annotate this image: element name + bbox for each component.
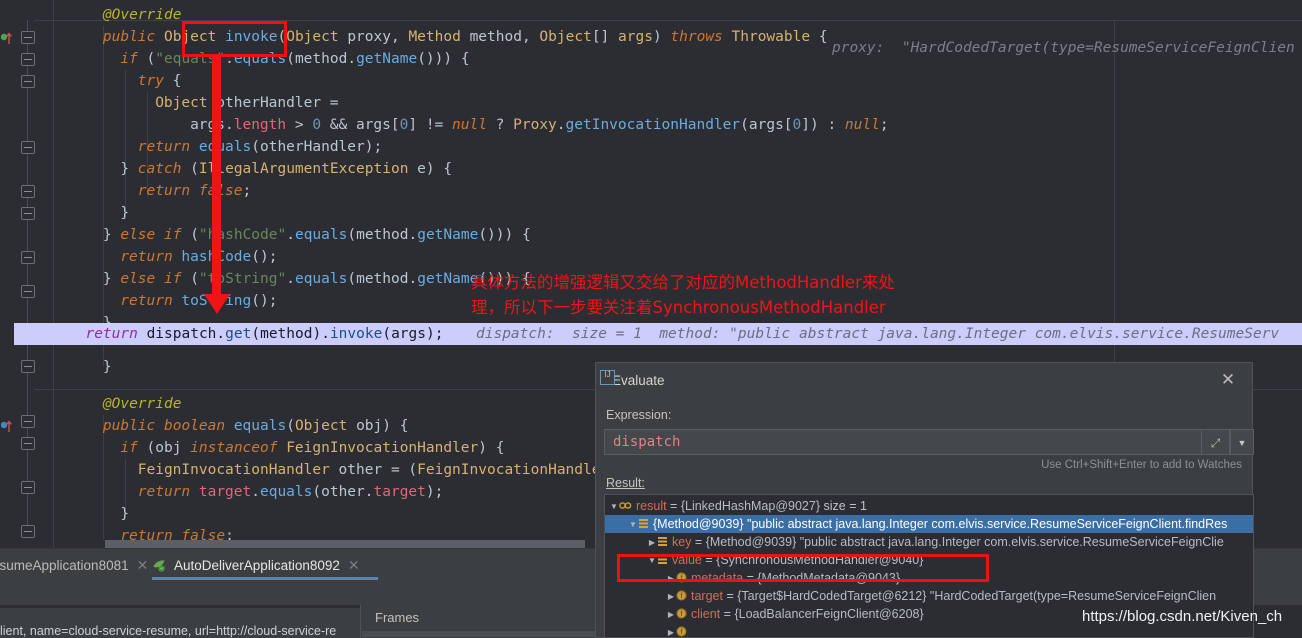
svg-text:f: f xyxy=(681,611,683,618)
svg-text:f: f xyxy=(681,629,683,636)
frames-panel-label: Frames xyxy=(375,610,420,625)
code-token: method xyxy=(260,326,313,342)
annotation-note-line2: 理，所以下一步要关注着SynchronousMethodHandler xyxy=(471,298,886,317)
result-label: Result: xyxy=(606,476,645,490)
code-token: ( xyxy=(382,326,392,342)
tab-label: AutoDeliverApplication8092 xyxy=(174,558,340,573)
tree-node-value: {Target$HardCodedTarget@6212} "HardCoded… xyxy=(737,589,1217,603)
tree-node-name: client xyxy=(691,607,721,621)
expanded-triangle-icon[interactable]: ▼ xyxy=(609,498,619,516)
tree-node-equals: = xyxy=(722,589,738,603)
tree-row[interactable]: ▼ {Method@9039} "public abstract java.lan… xyxy=(605,515,1253,534)
expression-input[interactable]: dispatch xyxy=(604,429,1202,455)
frames-scrollbar[interactable] xyxy=(362,631,600,637)
tree-node-name: key xyxy=(672,535,692,549)
code-token: args xyxy=(391,326,426,342)
spring-boot-icon xyxy=(153,560,165,572)
tree-row[interactable]: ▶ key = {Method@9039} "public abstract ja… xyxy=(605,533,1253,552)
expression-label: Expression: xyxy=(606,408,672,422)
tree-node-value: {LinkedHashMap@9027} xyxy=(680,499,821,513)
collapsed-triangle-icon[interactable]: ▶ xyxy=(666,588,676,606)
tree-node-value: {LoadBalancerFeignClient@6208} xyxy=(734,607,924,621)
tree-node-value: {Method@9039} "public abstract java.lang… xyxy=(653,517,1228,531)
tab-label: esumeApplication8081 xyxy=(0,558,129,573)
tab-close-icon[interactable]: ✕ xyxy=(137,557,149,573)
annotation-box-value-row xyxy=(617,554,989,582)
dialog-title: Evaluate xyxy=(612,373,665,388)
tab-resume-application[interactable]: esumeApplication8081 ✕ xyxy=(0,549,148,581)
collapsed-triangle-icon[interactable]: ▶ xyxy=(666,606,676,624)
expression-input-value: dispatch xyxy=(613,434,681,450)
tree-node-name: result xyxy=(636,499,667,513)
tree-node-value: {Method@9039} "public abstract java.lang… xyxy=(705,535,1224,549)
field-icon: f xyxy=(676,588,687,601)
expanded-triangle-icon[interactable]: ▼ xyxy=(628,516,638,534)
tree-row[interactable]: ▶ f xyxy=(605,623,1253,637)
code-token: get xyxy=(225,326,252,342)
expand-editor-icon[interactable]: ⤢ xyxy=(1202,429,1230,455)
tree-row[interactable]: ▼ result = {LinkedHashMap@9027} size = 1 xyxy=(605,497,1253,516)
collapsed-triangle-icon[interactable]: ▶ xyxy=(666,624,676,637)
watermark-text: https://blog.csdn.net/Kiven_ch xyxy=(1082,608,1283,625)
inline-hint-proxy: proxy: "HardCodedTarget(type=ResumeServi… xyxy=(832,40,1295,56)
tree-node-name: target xyxy=(691,589,723,603)
field-icon: f xyxy=(676,624,687,637)
editor-hscrollbar[interactable] xyxy=(105,540,585,548)
code-token: invoke xyxy=(329,326,383,342)
intellij-icon: IJ xyxy=(600,370,615,385)
tree-node-equals: = xyxy=(720,607,735,621)
current-line-hint: dispatch: size = 1 method: "public abstr… xyxy=(476,326,1280,342)
code-token: . xyxy=(216,326,226,342)
code-token: ( xyxy=(251,326,261,342)
object-ref-icon xyxy=(619,498,632,509)
current-line-code: return dispatch.get(method).invoke(args)… xyxy=(68,323,443,345)
chevron-down-icon[interactable]: ▼ xyxy=(1230,429,1254,455)
code-token: ). xyxy=(312,326,330,342)
code-token: dispatch xyxy=(146,326,217,342)
tree-node-equals: = xyxy=(666,499,681,513)
tree-node-extra: size = 1 xyxy=(820,499,867,513)
current-line-highlight[interactable]: return dispatch.get(method).invoke(args)… xyxy=(14,323,1302,345)
svg-text:f: f xyxy=(681,593,683,600)
evaluate-dialog[interactable]: Evaluate ✕ Expression: dispatch ⤢ ▼ Use … xyxy=(595,362,1254,638)
tab-close-icon[interactable]: ✕ xyxy=(348,557,360,573)
tree-node-equals: = xyxy=(691,535,706,549)
map-entry-icon xyxy=(657,534,668,546)
annotation-arrow-stem xyxy=(212,55,221,297)
field-icon: f xyxy=(676,606,687,619)
tree-row[interactable]: ▶ f target = {Target$HardCodedTarget@6212}… xyxy=(605,587,1253,606)
code-token: ); xyxy=(426,326,444,342)
watches-hint: Use Ctrl+Shift+Enter to add to Watches xyxy=(1041,459,1242,471)
variable-value-text: lient, name=cloud-service-resume, url=ht… xyxy=(0,624,337,638)
close-icon[interactable]: ✕ xyxy=(1218,370,1238,390)
intellij-icon-label: IJ xyxy=(604,370,611,379)
result-label-text: Result: xyxy=(606,476,645,490)
annotation-arrow-head xyxy=(204,294,230,314)
map-entry-icon xyxy=(638,516,649,528)
collapsed-triangle-icon[interactable]: ▶ xyxy=(647,534,657,552)
code-token: return xyxy=(68,326,147,342)
annotation-note-line1: 具体方法的增强逻辑又交给了对应的MethodHandler来处 xyxy=(471,273,895,292)
annotation-box-invoke xyxy=(182,21,287,57)
